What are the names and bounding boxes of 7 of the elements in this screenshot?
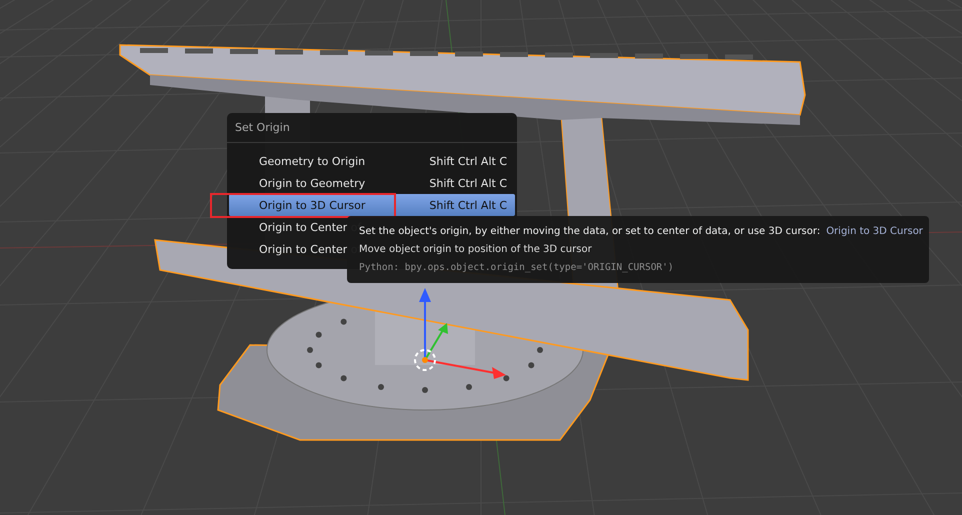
- menu-title: Set Origin: [234, 120, 291, 136]
- menu-item[interactable]: Geometry to Origin Shift Ctrl Alt C: [229, 150, 515, 172]
- tooltip-description: Set the object's origin, by either moving the data, or set to center of data, or use 3D cursor:: [359, 226, 820, 237]
- operator-name: Origin to 3D Cursor: [826, 226, 923, 237]
- menu-item[interactable]: Origin to Geometry Shift Ctrl Alt C: [229, 172, 515, 194]
- menu-item[interactable]: Origin to 3D Cursor Shift Ctrl Alt C: [229, 194, 515, 216]
- python-command: Python: bpy.ops.object.origin_set(type='ORIGIN_CURSOR'): [359, 262, 675, 273]
